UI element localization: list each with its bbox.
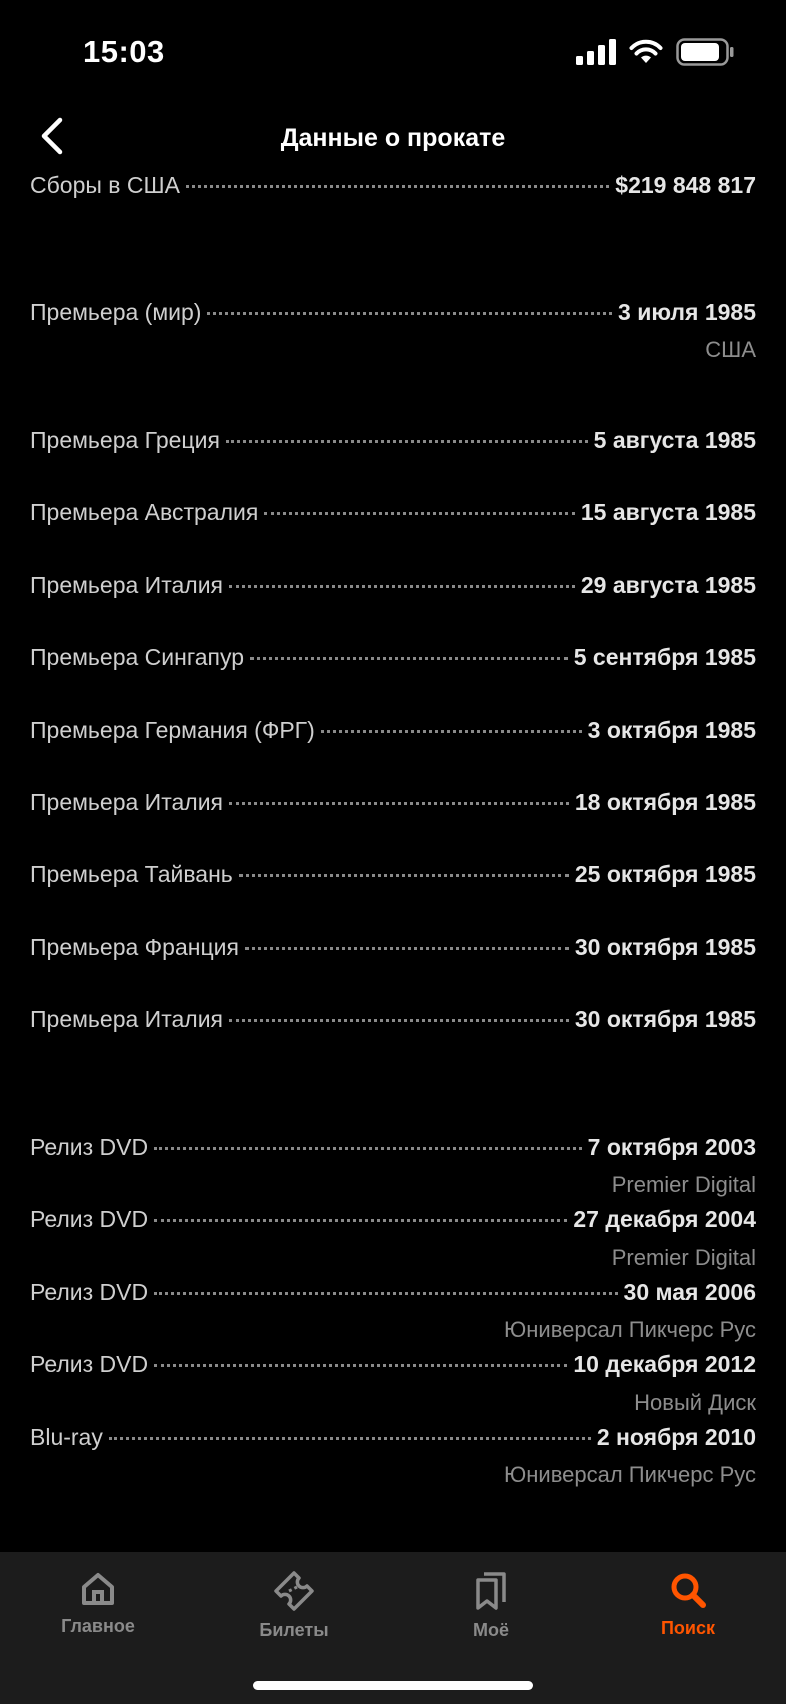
page-title: Данные о прокате — [280, 124, 506, 152]
nav-header: Данные о прокате — [0, 100, 786, 180]
list-row-premiere: Премьера Франция 30 октября 1985 — [30, 934, 756, 961]
dot-leader — [207, 312, 613, 315]
wifi-icon — [629, 39, 663, 63]
search-icon — [671, 1573, 706, 1608]
dot-leader — [244, 947, 569, 950]
row-value: 5 августа 1985 — [593, 427, 756, 453]
list-row-premiere: Премьера Италия 29 августа 1985 — [30, 572, 756, 599]
tab-label: Поиск — [660, 1618, 716, 1638]
tab-tickets[interactable]: Билеты — [224, 1570, 364, 1641]
row-label: Премьера Италия — [30, 789, 223, 815]
list-row-premiere-world: Премьера (мир) 3 июля 1985 — [30, 299, 756, 326]
bookmarks-icon — [476, 1572, 506, 1610]
home-icon — [82, 1573, 114, 1605]
row-label: Премьера Франция — [30, 934, 239, 960]
dot-leader — [225, 440, 588, 443]
battery-icon — [676, 38, 734, 66]
dot-leader — [185, 185, 610, 188]
row-label: Премьера (мир) — [30, 299, 202, 325]
row-value: 15 августа 1985 — [580, 499, 756, 525]
status-icons — [576, 38, 734, 66]
list-row-bluray-release: Blu-ray 2 ноября 2010 — [30, 1424, 756, 1451]
row-value: 30 октября 1985 — [574, 1006, 756, 1032]
dot-leader — [264, 512, 575, 515]
row-value: 3 июля 1985 — [618, 299, 756, 325]
row-label: Премьера Италия — [30, 572, 223, 598]
cellular-signal-icon — [576, 39, 616, 65]
row-label: Премьера Австралия — [30, 499, 259, 525]
home-indicator — [253, 1681, 533, 1690]
row-value: 30 мая 2006 — [623, 1279, 756, 1305]
row-value: 29 августа 1985 — [580, 572, 756, 598]
row-sub-label: США — [705, 337, 756, 362]
row-label: Премьера Тайвань — [30, 861, 233, 887]
row-sub-label: Юниверсал Пикчерс Рус — [504, 1317, 756, 1342]
dot-leader — [108, 1437, 591, 1440]
dot-leader — [154, 1364, 568, 1367]
row-value: 25 октября 1985 — [574, 861, 756, 887]
tab-label: Главное — [61, 1616, 135, 1636]
list-row-premiere: Премьера Сингапур 5 сентября 1985 — [30, 644, 756, 671]
row-label: Blu-ray — [30, 1424, 103, 1450]
dot-leader — [154, 1147, 582, 1150]
list-row-dvd-release: Релиз DVD 27 декабря 2004 — [30, 1206, 756, 1233]
row-value: 27 декабря 2004 — [573, 1206, 756, 1232]
list-row-premiere: Премьера Греция 5 августа 1985 — [30, 427, 756, 454]
tab-mine[interactable]: Моё — [421, 1570, 561, 1641]
list-row-us-box-office: Сборы в США $219 848 817 — [30, 172, 756, 199]
list-row-dvd-release: Релиз DVD 30 мая 2006 — [30, 1279, 756, 1306]
row-label: Релиз DVD — [30, 1279, 149, 1305]
tab-search[interactable]: Поиск — [618, 1570, 758, 1639]
row-value: 7 октября 2003 — [587, 1134, 756, 1160]
tab-label: Моё — [473, 1620, 509, 1640]
dot-leader — [320, 730, 582, 733]
list-row-dvd-release: Релиз DVD 7 октября 2003 — [30, 1134, 756, 1161]
tab-home[interactable]: Главное — [28, 1570, 168, 1637]
row-value: 3 октября 1985 — [587, 717, 756, 743]
list-row-premiere: Премьера Германия (ФРГ) 3 октября 1985 — [30, 717, 756, 744]
row-value: 30 октября 1985 — [574, 934, 756, 960]
list-row-premiere: Премьера Италия 18 октября 1985 — [30, 789, 756, 816]
list-row-dvd-release: Релиз DVD 10 декабря 2012 — [30, 1351, 756, 1378]
row-label: Сборы в США — [30, 172, 180, 198]
status-time: 15:03 — [83, 34, 165, 69]
row-label: Премьера Италия — [30, 1006, 223, 1032]
row-sub-label: Premier Digital — [611, 1245, 756, 1270]
row-sub-label: Premier Digital — [611, 1172, 756, 1197]
dot-leader — [229, 802, 569, 805]
row-value: 10 декабря 2012 — [573, 1351, 756, 1377]
dot-leader — [250, 657, 568, 660]
row-value: $219 848 817 — [615, 172, 756, 198]
dot-leader — [154, 1219, 568, 1222]
row-value: 5 сентября 1985 — [573, 644, 756, 670]
list-row-premiere: Премьера Италия 30 октября 1985 — [30, 1006, 756, 1033]
row-label: Премьера Германия (ФРГ) — [30, 717, 315, 743]
dot-leader — [229, 1019, 569, 1022]
status-bar: 15:03 — [0, 0, 786, 100]
row-value: 2 ноября 2010 — [596, 1424, 756, 1450]
ticket-icon — [274, 1571, 314, 1611]
row-sub-label: Новый Диск — [634, 1390, 756, 1415]
dot-leader — [229, 585, 575, 588]
tab-label: Билеты — [259, 1620, 329, 1640]
row-label: Премьера Сингапур — [30, 644, 244, 670]
row-label: Релиз DVD — [30, 1134, 149, 1160]
row-label: Релиз DVD — [30, 1206, 149, 1232]
list-row-premiere: Премьера Австралия 15 августа 1985 — [30, 499, 756, 526]
row-value: 18 октября 1985 — [574, 789, 756, 815]
dot-leader — [154, 1292, 618, 1295]
row-label: Премьера Греция — [30, 427, 220, 453]
list-row-premiere: Премьера Тайвань 25 октября 1985 — [30, 861, 756, 888]
row-label: Релиз DVD — [30, 1351, 149, 1377]
row-sub-label: Юниверсал Пикчерс Рус — [504, 1462, 756, 1487]
dot-leader — [238, 874, 569, 877]
